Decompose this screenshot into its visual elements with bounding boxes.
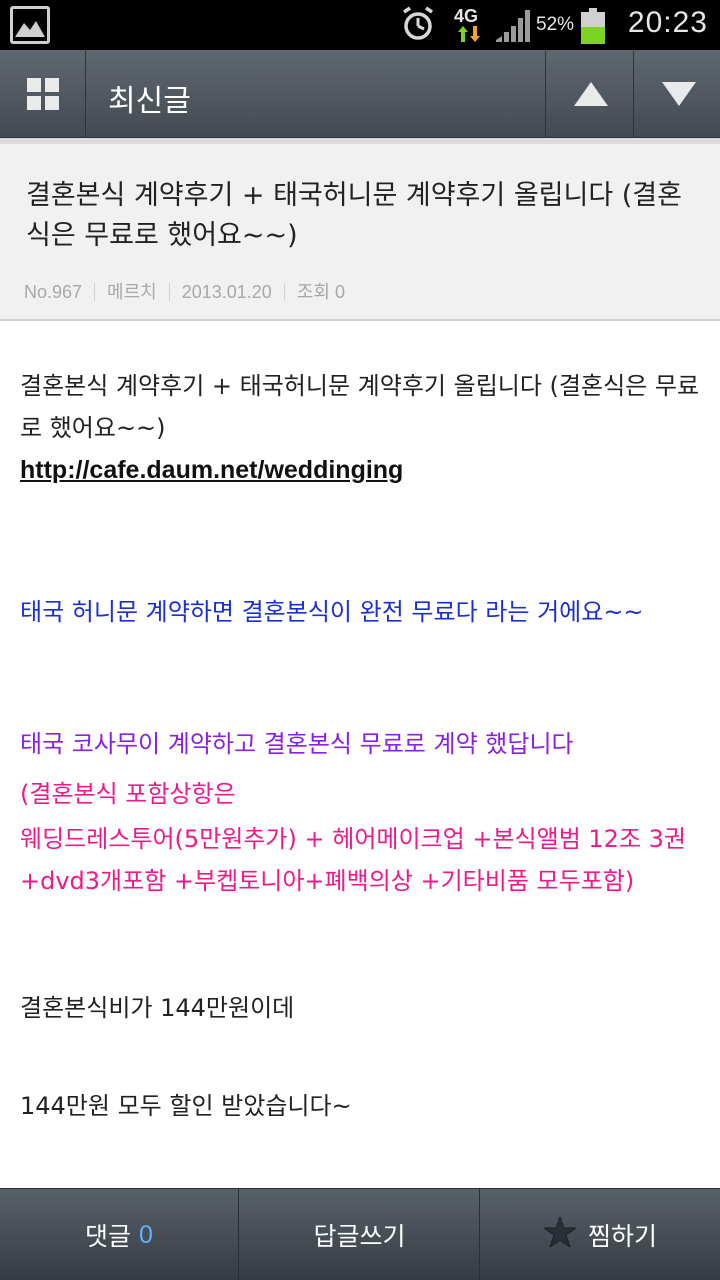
post-date: 2013.01.20	[181, 282, 272, 302]
page-title: 최신글	[108, 84, 191, 119]
post-title: 결혼본식 계약후기 + 태국허니문 계약후기 올립니다 (결혼식은 무료로 했어…	[26, 180, 682, 251]
write-reply-button[interactable]: 답글쓰기	[240, 1189, 480, 1280]
comment-count: 0	[139, 1220, 153, 1249]
gallery-notification-icon	[10, 6, 50, 44]
menu-grid-button[interactable]	[0, 50, 86, 138]
network-type: 4G	[454, 6, 479, 26]
write-reply-label: 답글쓰기	[313, 1222, 406, 1251]
arrow-up-icon	[574, 82, 608, 106]
signal-strength-icon	[496, 10, 532, 46]
post-header: 결혼본식 계약후기 + 태국허니문 계약후기 올립니다 (결혼식은 무료로 했어…	[0, 138, 720, 321]
post-number: No.967	[24, 282, 83, 302]
comments-label: 댓글	[85, 1222, 132, 1251]
next-post-button[interactable]	[633, 50, 720, 138]
status-bar: 4G 52% 20:23	[0, 0, 720, 50]
body-paragraph-blue: 태국 허니문 계약하면 결혼본식이 완전 무료다 라는 거에요~~	[20, 598, 644, 626]
grid-icon	[27, 78, 59, 110]
arrow-down-icon	[662, 82, 696, 106]
body-paragraph: 결혼본식 계약후기 + 태국허니문 계약후기 올립니다 (결혼식은 무료로 했어…	[20, 372, 700, 442]
app-bar: 최신글	[0, 50, 720, 138]
star-icon	[542, 1215, 578, 1253]
body-paragraph-pink: (결혼본식 포함상항은	[20, 780, 236, 808]
body-paragraph: 결혼본식비가 144만원이데	[20, 994, 295, 1022]
previous-post-button[interactable]	[545, 50, 633, 138]
post-author[interactable]: 메르치	[107, 282, 157, 302]
body-paragraph-purple: 태국 코사무이 계약하고 결혼본식 무료로 계약 했답니다	[20, 730, 574, 758]
battery-percent: 52%	[536, 14, 575, 35]
clock: 20:23	[627, 6, 708, 39]
comments-button[interactable]: 댓글 0	[0, 1189, 239, 1280]
alarm-icon	[400, 6, 436, 46]
bottom-action-bar: 댓글 0 답글쓰기 찜하기	[0, 1188, 720, 1280]
body-paragraph-pink-details: 웨딩드레스투어(5만원추가) + 헤어메이크업 +본식앨범 12조 3권 +dv…	[20, 825, 687, 895]
data-activity-icon	[458, 26, 480, 46]
post-views: 조회 0	[296, 282, 345, 302]
favorite-label: 찜하기	[587, 1222, 657, 1251]
body-link[interactable]: http://cafe.daum.net/weddinging	[20, 449, 700, 491]
body-paragraph: 144만원 모두 할인 받았습니다~	[20, 1092, 352, 1120]
favorite-button[interactable]: 찜하기	[481, 1189, 720, 1280]
battery-icon	[581, 8, 605, 44]
post-meta: No.967 메르치 2013.01.20 조회 0	[24, 278, 345, 304]
